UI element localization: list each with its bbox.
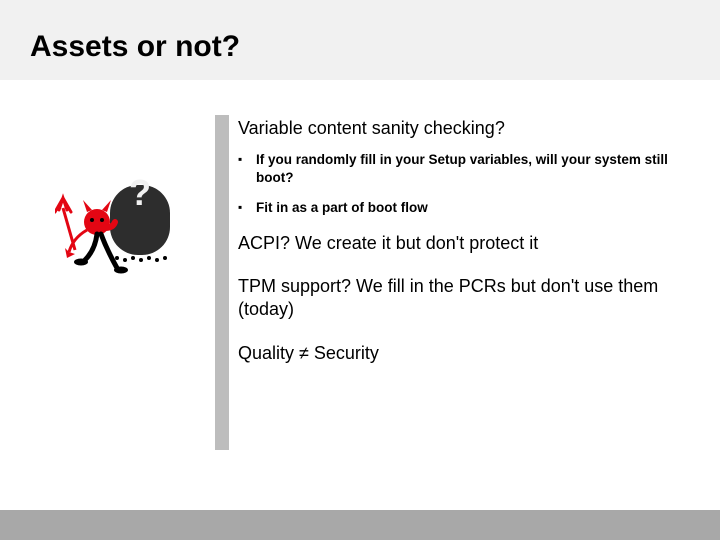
paragraph-tpm: TPM support? We fill in the PCRs but don…: [238, 275, 688, 322]
devil-tombstone-illustration: ?: [55, 150, 195, 290]
bullet-item: If you randomly fill in your Setup varia…: [238, 151, 688, 187]
bullet-item: Fit in as a part of boot flow: [238, 199, 688, 217]
heading-variable-check: Variable content sanity checking?: [238, 118, 688, 139]
bullet-list: If you randomly fill in your Setup varia…: [238, 151, 688, 218]
content-area: Variable content sanity checking? If you…: [238, 118, 688, 385]
footer-band: [0, 510, 720, 540]
paragraph-quality: Quality ≠ Security: [238, 342, 688, 365]
page-title: Assets or not?: [30, 30, 240, 64]
question-mark-icon: ?: [129, 172, 151, 213]
paragraph-acpi: ACPI? We create it but don't protect it: [238, 232, 688, 255]
vertical-divider: [215, 115, 229, 450]
